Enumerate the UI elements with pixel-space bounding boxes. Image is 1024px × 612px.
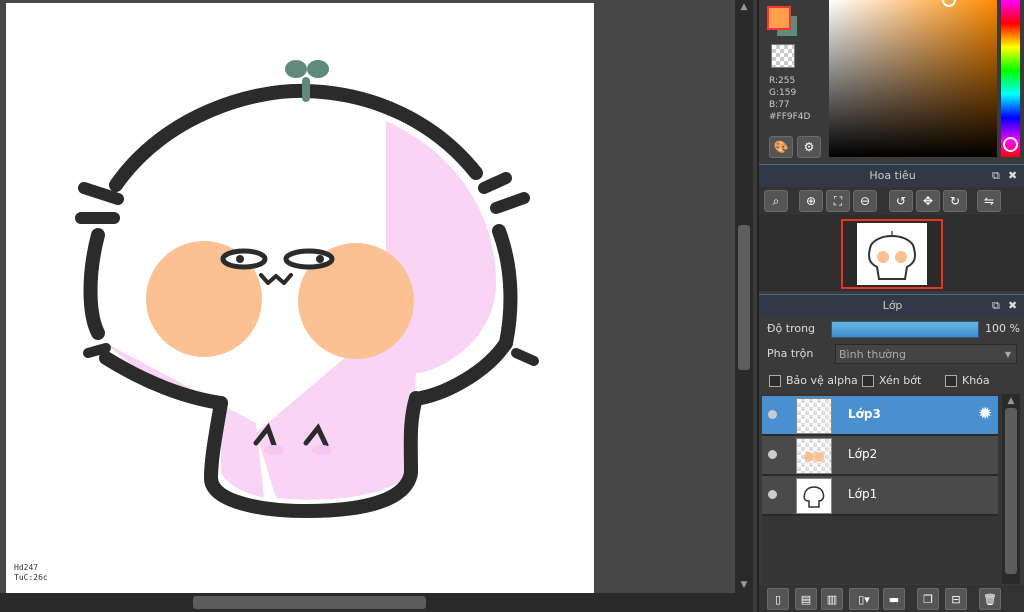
opacity-label: Độ trong — [767, 322, 816, 335]
layer-name: Lớp3 — [848, 407, 881, 421]
layer-scroll-thumb[interactable] — [1005, 408, 1017, 574]
merge-layer-icon[interactable]: ⊟ — [945, 588, 967, 610]
canvas-vertical-scrollbar[interactable]: ▲ ▼ — [735, 0, 753, 593]
blue-value: B:77 — [769, 100, 790, 110]
drawing-canvas[interactable]: Hd247 TuC:26c — [6, 3, 594, 593]
picker-handle[interactable] — [942, 0, 956, 7]
close-icon[interactable]: ✖ — [1008, 295, 1017, 317]
zoom-out-icon[interactable]: ⊖ — [853, 190, 877, 212]
reset-view-icon[interactable]: ✥ — [916, 190, 940, 212]
hex-value: #FF9F4D — [769, 112, 811, 122]
add-layer-dropdown-icon[interactable]: ▯▾ — [849, 588, 879, 610]
navigator-preview[interactable] — [841, 219, 943, 289]
red-value: R:255 — [769, 76, 796, 86]
clipping-label: Xén bớt — [879, 374, 922, 387]
character-drawing — [75, 60, 539, 518]
delete-layer-trash-icon[interactable]: 🗑 — [979, 588, 1001, 610]
lock-option[interactable]: Khóa — [945, 374, 990, 387]
layer-name: Lớp2 — [848, 447, 878, 461]
foreground-color-swatch[interactable] — [767, 6, 791, 30]
hue-handle[interactable] — [1003, 137, 1018, 152]
clipping-option[interactable]: Xén bớt — [862, 374, 921, 387]
clipping-checkbox[interactable] — [862, 374, 874, 387]
flip-horizontal-icon[interactable]: ⇋ — [977, 190, 1001, 212]
navigator-toolbar: ⌕ ⊕ ⛶ ⊖ ↺ ✥ ↻ ⇋ — [759, 187, 1024, 215]
horizontal-scroll-thumb[interactable] — [193, 596, 426, 609]
navigator-header: Hoa tiêu ⧉ ✖ — [759, 164, 1024, 187]
new-folder-icon[interactable]: ▬ — [883, 588, 905, 610]
color-panel: R:255 G:159 B:77 #FF9F4D 🎨 ⚙ — [759, 0, 1024, 162]
blend-mode-select[interactable]: Bình thường ▼ — [835, 344, 1017, 364]
scroll-up-arrow-icon[interactable]: ▲ — [1005, 396, 1017, 406]
layer-thumbnail — [796, 478, 832, 514]
transparent-color-swatch[interactable] — [771, 44, 795, 68]
right-panel: R:255 G:159 B:77 #FF9F4D 🎨 ⚙ Hoa tiêu ⧉ … — [757, 0, 1024, 612]
protect-alpha-option[interactable]: Bảo vệ alpha — [769, 374, 858, 387]
zoom-search-icon[interactable]: ⌕ — [764, 190, 788, 212]
visibility-eye-icon[interactable] — [768, 450, 777, 459]
layer-list: Lớp3 ✹ Lớp2 Lớp1 — [762, 394, 1002, 584]
new-halftone-layer-icon[interactable]: ▥ — [821, 588, 843, 610]
layer-row-lop2[interactable]: Lớp2 — [762, 436, 998, 476]
layer-panel-title: Lớp — [882, 299, 903, 312]
layer-row-lop1[interactable]: Lớp1 — [762, 476, 998, 516]
chevron-down-icon: ▼ — [1004, 350, 1011, 359]
layer-toolbar: ▯ ▤ ▥ ▯▾ ▬ ❐ ⊟ 🗑 — [759, 585, 1024, 612]
scroll-up-arrow-icon[interactable]: ▲ — [738, 2, 750, 12]
layer-thumbnail — [796, 398, 832, 434]
rotate-right-icon[interactable]: ↻ — [943, 190, 967, 212]
artist-signature: Hd247 TuC:26c — [14, 563, 48, 583]
navigator-thumbnail-image — [857, 223, 927, 285]
blend-mode-value: Bình thường — [839, 348, 906, 361]
layer-row-lop3[interactable]: Lớp3 ✹ — [762, 396, 998, 436]
palette-icon[interactable]: 🎨 — [769, 136, 793, 158]
zoom-in-icon[interactable]: ⊕ — [799, 190, 823, 212]
saturation-value-picker[interactable] — [829, 0, 997, 157]
popout-icon[interactable]: ⧉ — [992, 295, 1000, 317]
layer-panel-header: Lớp ⧉ ✖ — [759, 294, 1024, 317]
blend-mode-label: Pha trộn — [767, 347, 814, 360]
signature-line-1: Hd247 — [14, 563, 39, 572]
visibility-eye-icon[interactable] — [768, 490, 777, 499]
new-layer-copy-icon[interactable]: ▤ — [795, 588, 817, 610]
lock-label: Khóa — [962, 374, 990, 387]
new-layer-icon[interactable]: ▯ — [767, 588, 789, 610]
hue-slider[interactable] — [1001, 0, 1020, 157]
signature-line-2: TuC:26c — [14, 573, 48, 582]
opacity-value: 100 % — [985, 322, 1020, 335]
popout-icon[interactable]: ⧉ — [992, 165, 1000, 187]
scroll-down-arrow-icon[interactable]: ▼ — [738, 580, 750, 590]
lock-checkbox[interactable] — [945, 374, 957, 387]
navigator-title: Hoa tiêu — [869, 169, 916, 182]
layer-list-scrollbar[interactable]: ▲ — [1002, 394, 1020, 584]
layer-settings-gear-icon[interactable]: ✹ — [978, 404, 992, 424]
opacity-slider[interactable] — [831, 321, 979, 338]
canvas-area[interactable]: Hd247 TuC:26c — [0, 0, 735, 593]
color-settings-icon[interactable]: ⚙ — [797, 136, 821, 158]
layer-name: Lớp1 — [848, 487, 878, 501]
duplicate-layer-icon[interactable]: ❐ — [917, 588, 939, 610]
rotate-left-icon[interactable]: ↺ — [889, 190, 913, 212]
protect-alpha-checkbox[interactable] — [769, 374, 781, 387]
navigator-preview-area — [759, 215, 1024, 291]
protect-alpha-label: Bảo vệ alpha — [786, 374, 858, 387]
canvas-horizontal-scrollbar[interactable] — [0, 593, 753, 612]
green-value: G:159 — [769, 88, 797, 98]
layer-thumbnail — [796, 438, 832, 474]
vertical-scroll-thumb[interactable] — [738, 225, 750, 370]
close-icon[interactable]: ✖ — [1008, 165, 1017, 187]
visibility-eye-icon[interactable] — [768, 410, 777, 419]
fit-screen-icon[interactable]: ⛶ — [826, 190, 850, 212]
